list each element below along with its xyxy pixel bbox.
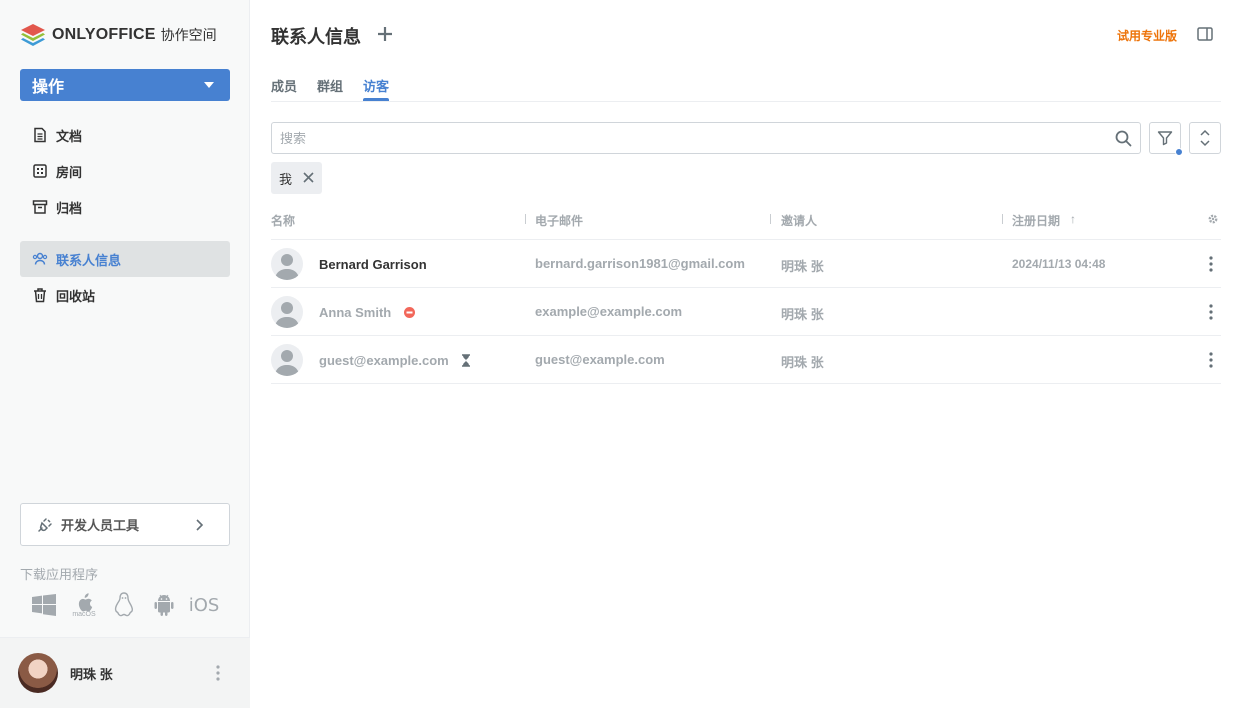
avatar — [271, 296, 303, 328]
column-registration-date[interactable]: 注册日期 — [1012, 212, 1060, 229]
search-input[interactable] — [272, 123, 1092, 153]
close-icon[interactable] — [303, 172, 314, 183]
page-title: 联系人信息 — [271, 27, 361, 47]
registration-date: 2024/11/13 04:48 — [1012, 257, 1106, 271]
add-icon[interactable] — [376, 25, 394, 43]
column-email[interactable]: 电子邮件 — [535, 212, 583, 229]
user-name[interactable]: Anna Smith — [319, 305, 391, 320]
sidebar-item-rooms[interactable]: 房间 — [20, 153, 230, 189]
rooms-icon — [33, 164, 47, 178]
filter-chip: 我 — [271, 162, 322, 194]
user-name: 明珠 张 — [70, 666, 113, 682]
sidebar-item-documents[interactable]: 文档 — [20, 117, 230, 153]
trash-icon — [34, 288, 46, 303]
active-tab-indicator — [363, 98, 389, 101]
user-email: bernard.garrison1981@gmail.com — [535, 256, 745, 271]
sidebar-item-label: 归档 — [56, 200, 83, 216]
sidebar-item-trash[interactable]: 回收站 — [20, 277, 230, 313]
try-pro-link[interactable]: 试用专业版 — [1117, 27, 1177, 44]
filter-chip-label: 我 — [279, 171, 293, 187]
more-vertical-icon[interactable] — [216, 665, 220, 681]
sidebar-item-label: 联系人信息 — [56, 252, 122, 268]
user-default-icon — [275, 254, 299, 280]
search-icon[interactable] — [1115, 130, 1132, 147]
tab-members[interactable]: 成员 — [271, 76, 297, 95]
brand-name: ONLYOFFICE — [52, 26, 156, 43]
sidebar-item-archive[interactable]: 归档 — [20, 189, 230, 225]
logo[interactable]: ONLYOFFICE 协作空间 — [20, 22, 217, 48]
sort-direction-indicator: ↑ — [1070, 212, 1076, 226]
column-inviter[interactable]: 邀请人 — [781, 212, 817, 229]
contacts-icon — [32, 252, 48, 265]
column-resizer[interactable] — [525, 214, 526, 224]
download-apps-title: 下载应用程序 — [20, 567, 99, 582]
actions-button[interactable]: 操作 — [20, 69, 230, 101]
inviter-name: 明珠 张 — [781, 355, 824, 370]
sort-button[interactable] — [1189, 122, 1221, 154]
tab-groups[interactable]: 群组 — [317, 76, 343, 95]
info-panel-icon[interactable] — [1197, 27, 1213, 41]
developer-tools-button[interactable]: 开发人员工具 — [20, 503, 230, 546]
search-box — [271, 122, 1141, 154]
sidebar-item-label: 房间 — [56, 164, 83, 180]
user-email: example@example.com — [535, 304, 683, 319]
avatar[interactable] — [18, 653, 58, 693]
actions-label: 操作 — [32, 79, 65, 96]
user-default-icon — [275, 350, 299, 376]
user-profile[interactable]: 明珠 张 — [0, 637, 250, 708]
sidebar-item-label: 文档 — [56, 128, 83, 144]
inviter-name: 明珠 张 — [781, 259, 824, 274]
caret-down-icon — [204, 82, 214, 88]
sidebar-item-contacts[interactable]: 联系人信息 — [20, 241, 230, 277]
table-row[interactable]: Bernard Garrison bernard.garrison1981@gm… — [271, 240, 1221, 288]
sidebar-item-label: 回收站 — [56, 288, 96, 304]
hourglass-pending-icon — [462, 354, 470, 367]
developer-tools-label: 开发人员工具 — [61, 518, 140, 533]
archive-icon — [32, 200, 48, 214]
tab-bar: 成员 群组 访客 — [271, 74, 1221, 102]
table-row[interactable]: guest@example.com guest@example.com 明珠 张 — [271, 336, 1221, 384]
macos-caption: macOS — [72, 610, 96, 618]
avatar — [271, 248, 303, 280]
more-vertical-icon[interactable] — [1209, 256, 1213, 272]
user-name[interactable]: Bernard Garrison — [319, 257, 427, 272]
inviter-name: 明珠 张 — [781, 307, 824, 322]
user-default-icon — [275, 302, 299, 328]
product-name: 协作空间 — [160, 27, 217, 43]
sidebar: ONLYOFFICE 协作空间 操作 文档 房间 归档 联系人信息 回收站 开发… — [0, 0, 250, 708]
linux-icon[interactable] — [104, 590, 144, 620]
table-header: 名称 电子邮件 邀请人 注册日期 ↑ — [271, 206, 1221, 240]
document-icon — [34, 127, 46, 143]
windows-icon[interactable] — [24, 590, 64, 620]
gear-icon[interactable] — [1207, 213, 1219, 225]
column-resizer[interactable] — [770, 214, 771, 224]
filter-icon — [1157, 131, 1173, 146]
user-name[interactable]: guest@example.com — [319, 353, 449, 368]
android-icon[interactable] — [144, 590, 184, 620]
user-email: guest@example.com — [535, 352, 665, 367]
chevron-right-icon — [196, 519, 204, 531]
plug-icon — [38, 517, 52, 532]
tab-guests[interactable]: 访客 — [363, 76, 389, 95]
more-vertical-icon[interactable] — [1209, 304, 1213, 320]
app-download-list: macOS iOS — [24, 590, 224, 620]
onlyoffice-logo-icon — [21, 24, 45, 46]
column-resizer[interactable] — [1002, 214, 1003, 224]
disabled-status-icon — [404, 307, 415, 318]
column-name[interactable]: 名称 — [271, 212, 295, 229]
table-row[interactable]: Anna Smith example@example.com 明珠 张 — [271, 288, 1221, 336]
filter-active-indicator — [1175, 148, 1183, 156]
macos-icon[interactable]: macOS — [64, 590, 104, 620]
ios-link[interactable]: iOS — [184, 590, 224, 620]
more-vertical-icon[interactable] — [1209, 352, 1213, 368]
avatar — [271, 344, 303, 376]
sort-icon — [1200, 129, 1210, 147]
